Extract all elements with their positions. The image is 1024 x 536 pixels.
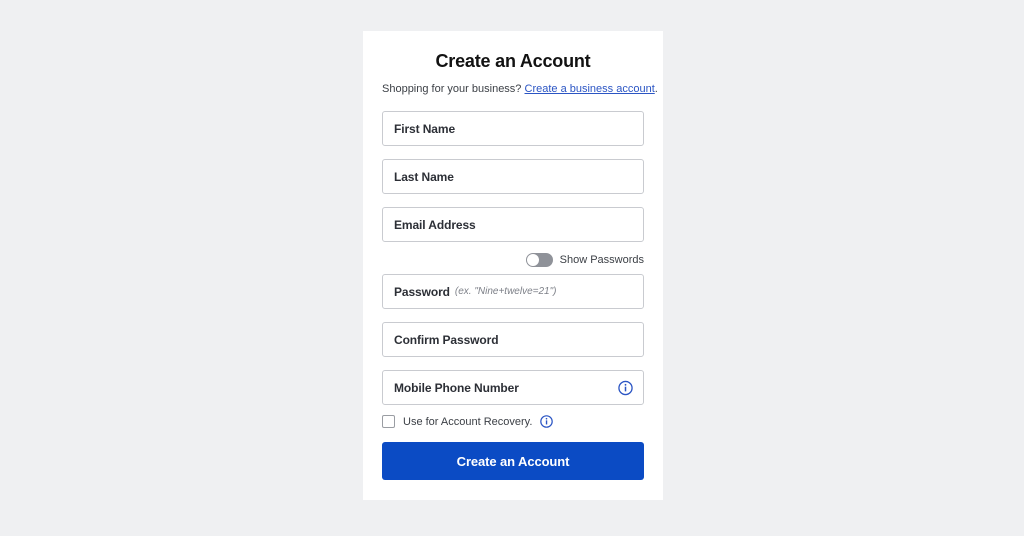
mobile-phone-number-field[interactable]: Mobile Phone Number bbox=[382, 370, 644, 405]
page-root: Create an Account Shopping for your busi… bbox=[0, 0, 1024, 536]
show-passwords-row: Show Passwords bbox=[382, 253, 644, 267]
first-name-label: First Name bbox=[394, 122, 455, 136]
first-name-field[interactable]: First Name bbox=[382, 111, 644, 146]
password-hint: (ex. "Nine+twelve=21") bbox=[455, 286, 557, 297]
create-business-account-link[interactable]: Create a business account bbox=[525, 83, 655, 95]
confirm-password-field[interactable]: Confirm Password bbox=[382, 322, 644, 357]
create-account-card: Create an Account Shopping for your busi… bbox=[363, 31, 663, 500]
email-address-field[interactable]: Email Address bbox=[382, 207, 644, 242]
last-name-field[interactable]: Last Name bbox=[382, 159, 644, 194]
toggle-knob bbox=[527, 254, 539, 266]
info-icon[interactable] bbox=[618, 380, 633, 395]
password-field[interactable]: Password (ex. "Nine+twelve=21") bbox=[382, 274, 644, 309]
business-prompt-text: Shopping for your business? bbox=[382, 83, 521, 95]
account-recovery-row: Use for Account Recovery. bbox=[382, 415, 644, 428]
show-passwords-toggle[interactable] bbox=[526, 253, 553, 267]
password-label: Password bbox=[394, 285, 450, 299]
page-title: Create an Account bbox=[382, 31, 644, 72]
mobile-phone-number-label: Mobile Phone Number bbox=[394, 381, 519, 395]
show-passwords-label: Show Passwords bbox=[560, 254, 644, 266]
account-recovery-checkbox[interactable] bbox=[382, 415, 395, 428]
business-prompt-suffix: . bbox=[655, 83, 658, 95]
info-icon[interactable] bbox=[540, 415, 553, 428]
card-inner: Create an Account Shopping for your busi… bbox=[363, 31, 663, 480]
create-account-button[interactable]: Create an Account bbox=[382, 442, 644, 480]
last-name-label: Last Name bbox=[394, 170, 454, 184]
email-address-label: Email Address bbox=[394, 218, 476, 232]
business-account-prompt: Shopping for your business? Create a bus… bbox=[382, 72, 644, 95]
account-recovery-label: Use for Account Recovery. bbox=[403, 416, 532, 428]
confirm-password-label: Confirm Password bbox=[394, 333, 498, 347]
